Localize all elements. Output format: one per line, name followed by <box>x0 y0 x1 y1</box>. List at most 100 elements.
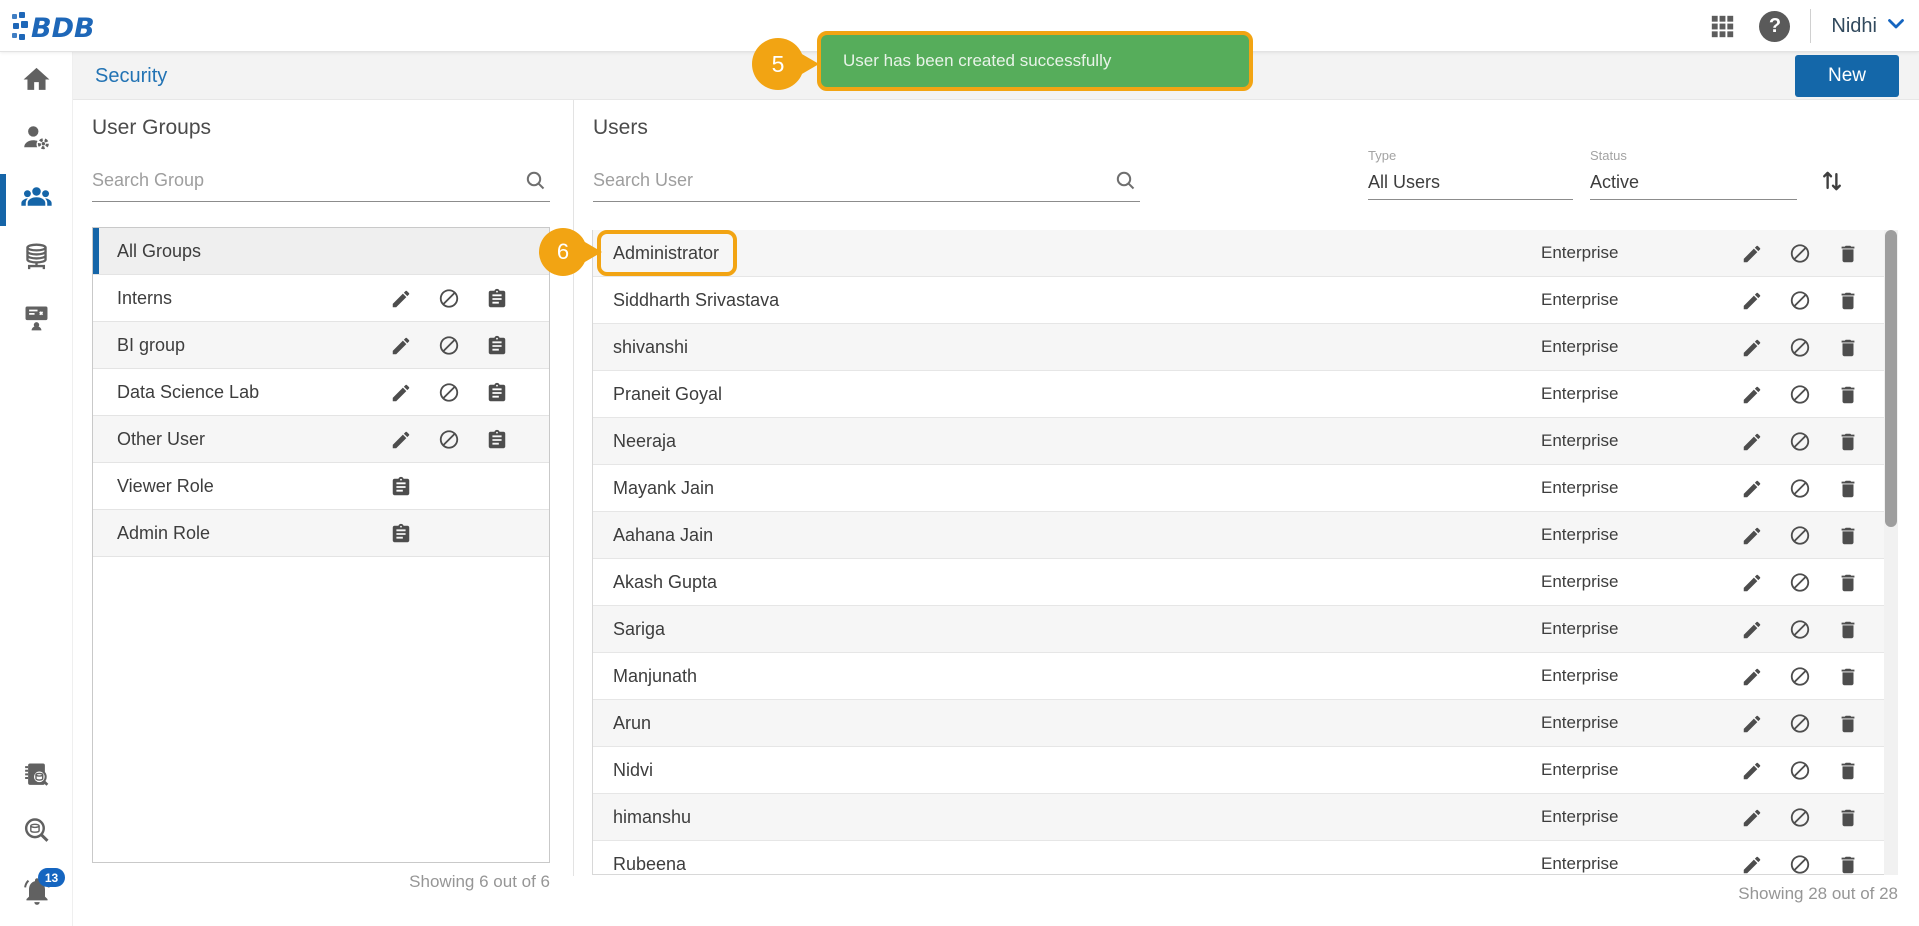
user-row[interactable]: Manjunath Enterprise <box>593 653 1884 700</box>
block-icon[interactable] <box>1789 572 1811 594</box>
edit-icon[interactable] <box>390 335 412 357</box>
block-icon[interactable] <box>1789 713 1811 735</box>
user-row[interactable]: Mayank Jain Enterprise <box>593 465 1884 512</box>
clipboard-icon[interactable] <box>390 476 412 498</box>
sidebar-item-user-settings[interactable] <box>0 112 73 168</box>
edit-icon[interactable] <box>390 429 412 451</box>
new-button[interactable]: New <box>1795 55 1899 97</box>
group-search-input[interactable] <box>92 160 516 200</box>
block-icon[interactable] <box>1789 525 1811 547</box>
clipboard-icon[interactable] <box>486 429 508 451</box>
edit-icon[interactable] <box>390 288 412 310</box>
edit-icon[interactable] <box>1741 807 1763 829</box>
delete-icon[interactable] <box>1837 478 1859 500</box>
user-row[interactable]: himanshu Enterprise <box>593 794 1884 841</box>
delete-icon[interactable] <box>1837 760 1859 782</box>
delete-icon[interactable] <box>1837 619 1859 641</box>
sidebar-item-data-search[interactable] <box>0 805 73 861</box>
delete-icon[interactable] <box>1837 243 1859 265</box>
user-actions <box>1741 653 1859 700</box>
group-row[interactable]: Admin Role <box>93 510 549 557</box>
clipboard-icon[interactable] <box>486 382 508 404</box>
group-row[interactable]: All Groups <box>93 228 549 275</box>
clipboard-icon[interactable] <box>390 523 412 545</box>
edit-icon[interactable] <box>1741 431 1763 453</box>
group-row[interactable]: Data Science Lab <box>93 369 549 416</box>
block-icon[interactable] <box>1789 243 1811 265</box>
user-row[interactable]: Administrator Enterprise <box>593 230 1884 277</box>
user-row[interactable]: Rubeena Enterprise <box>593 841 1884 875</box>
block-icon[interactable] <box>1789 807 1811 829</box>
help-icon[interactable] <box>1759 10 1791 42</box>
block-icon[interactable] <box>438 288 460 310</box>
group-row[interactable]: Other User <box>93 416 549 463</box>
user-row[interactable]: Akash Gupta Enterprise <box>593 559 1884 606</box>
edit-icon[interactable] <box>1741 243 1763 265</box>
edit-icon[interactable] <box>1741 666 1763 688</box>
edit-icon[interactable] <box>390 382 412 404</box>
edit-icon[interactable] <box>1741 619 1763 641</box>
sidebar-item-home[interactable] <box>0 54 73 110</box>
delete-icon[interactable] <box>1837 713 1859 735</box>
search-icon[interactable] <box>524 169 548 198</box>
type-filter-select[interactable]: Type All Users <box>1368 146 1573 200</box>
block-icon[interactable] <box>1789 478 1811 500</box>
sidebar-item-audit-trail[interactable] <box>0 749 73 805</box>
delete-icon[interactable] <box>1837 807 1859 829</box>
user-menu[interactable]: Nidhi <box>1831 15 1905 38</box>
user-row[interactable]: Praneit Goyal Enterprise <box>593 371 1884 418</box>
delete-icon[interactable] <box>1837 337 1859 359</box>
edit-icon[interactable] <box>1741 478 1763 500</box>
status-filter-select[interactable]: Status Active <box>1590 146 1797 200</box>
user-search-input[interactable] <box>593 160 1106 200</box>
delete-icon[interactable] <box>1837 290 1859 312</box>
edit-icon[interactable] <box>1741 384 1763 406</box>
block-icon[interactable] <box>1789 384 1811 406</box>
user-type-label: Enterprise <box>1541 807 1619 826</box>
sidebar-item-data-center[interactable] <box>0 232 73 288</box>
edit-icon[interactable] <box>1741 713 1763 735</box>
user-row[interactable]: Arun Enterprise <box>593 700 1884 747</box>
block-icon[interactable] <box>1789 290 1811 312</box>
delete-icon[interactable] <box>1837 525 1859 547</box>
user-row[interactable]: Aahana Jain Enterprise <box>593 512 1884 559</box>
edit-icon[interactable] <box>1741 572 1763 594</box>
user-row[interactable]: shivanshi Enterprise <box>593 324 1884 371</box>
user-row[interactable]: Siddharth Srivastava Enterprise <box>593 277 1884 324</box>
clipboard-icon[interactable] <box>486 288 508 310</box>
block-icon[interactable] <box>1789 337 1811 359</box>
sidebar-item-user-groups[interactable] <box>0 172 73 228</box>
group-row[interactable]: Interns <box>93 275 549 322</box>
delete-icon[interactable] <box>1837 854 1859 875</box>
clipboard-icon[interactable] <box>486 335 508 357</box>
edit-icon[interactable] <box>1741 525 1763 547</box>
group-row[interactable]: BI group <box>93 322 549 369</box>
block-icon[interactable] <box>1789 760 1811 782</box>
delete-icon[interactable] <box>1837 384 1859 406</box>
delete-icon[interactable] <box>1837 666 1859 688</box>
bdb-logo[interactable]: BDB <box>10 8 96 49</box>
block-icon[interactable] <box>1789 854 1811 875</box>
block-icon[interactable] <box>438 382 460 404</box>
block-icon[interactable] <box>438 429 460 451</box>
group-row[interactable]: Viewer Role <box>93 463 549 510</box>
search-icon[interactable] <box>1114 169 1138 198</box>
edit-icon[interactable] <box>1741 290 1763 312</box>
block-icon[interactable] <box>438 335 460 357</box>
block-icon[interactable] <box>1789 431 1811 453</box>
apps-grid-icon[interactable] <box>1705 9 1739 43</box>
edit-icon[interactable] <box>1741 760 1763 782</box>
user-row[interactable]: Sariga Enterprise <box>593 606 1884 653</box>
edit-icon[interactable] <box>1741 854 1763 875</box>
block-icon[interactable] <box>1789 666 1811 688</box>
user-row[interactable]: Nidvi Enterprise <box>593 747 1884 794</box>
sidebar-item-training[interactable] <box>0 292 73 348</box>
users-scrollbar-thumb[interactable] <box>1885 230 1897 527</box>
block-icon[interactable] <box>1789 619 1811 641</box>
edit-icon[interactable] <box>1741 337 1763 359</box>
delete-icon[interactable] <box>1837 572 1859 594</box>
user-row[interactable]: Neeraja Enterprise <box>593 418 1884 465</box>
user-type-label: Enterprise <box>1541 666 1619 685</box>
sort-icon[interactable] <box>1817 166 1847 196</box>
delete-icon[interactable] <box>1837 431 1859 453</box>
